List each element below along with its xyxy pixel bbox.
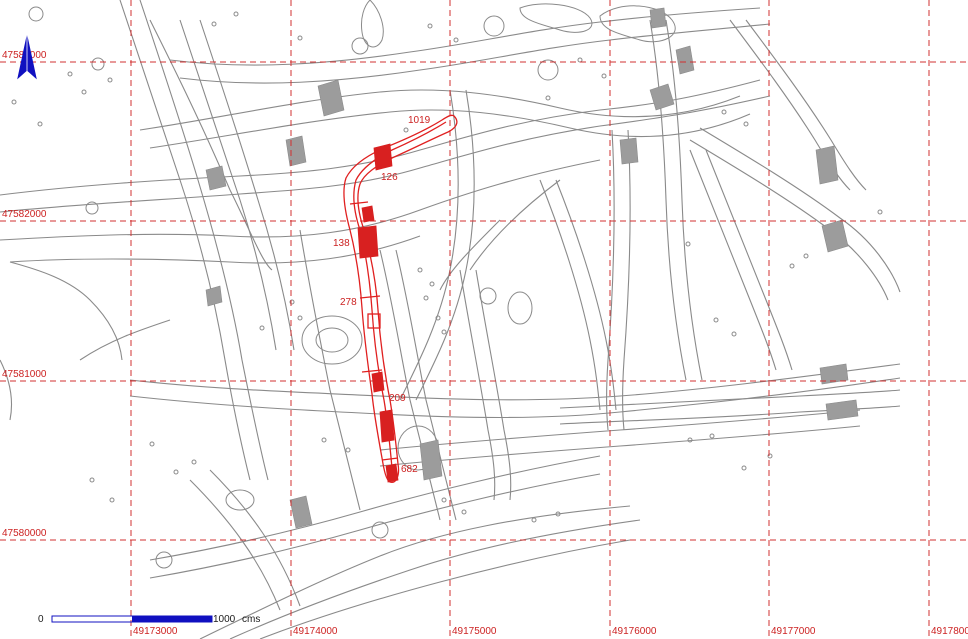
drift-line [379,425,861,467]
pillar-outline [225,489,255,511]
northing-label: 47581000 [2,369,47,380]
easting-label: 49176000 [612,626,657,637]
pillar-outline [155,551,173,569]
drift-line [149,455,601,561]
station-label: 138 [333,238,350,249]
northing-label: 47582000 [2,209,47,220]
hatched-working [205,165,227,191]
drift-line [705,149,793,371]
scale-end-value: 1000 [213,614,236,625]
route-hatched-area [361,205,375,223]
route-hatched-area [373,143,393,171]
easting-label: 49178000 [931,626,968,637]
route-crosscut [349,201,369,205]
scale-bar: 0 1000 cms [38,614,260,625]
station-label: 209 [389,393,406,404]
hatched-working [317,79,345,117]
pillar-outline [479,287,497,305]
hatched-working [815,145,839,185]
easting-label: 49177000 [771,626,816,637]
drift-line [129,377,901,419]
easting-label: 49173000 [133,626,178,637]
drift-line [539,179,601,411]
hatched-working [649,83,675,111]
hatched-working [649,7,667,29]
hatched-working [419,439,443,481]
hatched-working [825,399,859,421]
hatched-working [619,137,639,165]
pillar-outline [315,327,349,353]
pillar-outline [351,37,369,55]
pillar-outline [507,291,533,325]
drift-line [379,409,861,451]
hatched-working [821,219,849,253]
northing-label: 47580000 [2,528,47,539]
drift-line [149,473,601,579]
pillar-outline [483,15,505,37]
easting-label: 49174000 [293,626,338,637]
route-hatched-area [357,225,379,259]
scale-end-label: 1000 cms [213,614,260,625]
drift-line [119,0,251,481]
route-crosscut [381,457,399,461]
drift-line [199,505,631,639]
easting-label: 49175000 [452,626,497,637]
route-outline[interactable] [343,114,458,483]
pillar-outline [301,315,363,365]
drift-line [745,19,867,191]
pillar-outline [537,59,559,81]
scale-start-label: 0 [38,614,44,625]
drift-line [459,269,496,501]
scale-bar-fill [132,616,212,622]
drift-line [299,229,361,511]
mine-plan-map[interactable]: 47583000 47582000 47581000 47580000 4917… [0,0,968,639]
drift-line [259,539,631,639]
drift-line [689,149,777,371]
coordinate-grid: 47583000 47582000 47581000 47580000 4917… [0,0,968,639]
hatched-working [289,495,313,529]
station-label: 126 [381,172,398,183]
route-hatched-area [379,409,395,443]
drift-line [415,89,475,401]
drift-line [469,179,561,271]
pillar-outline [28,6,44,22]
drift-line [209,469,301,607]
route-hatched-area [371,371,385,393]
drift-line [189,479,281,611]
drift-line [439,219,501,291]
hatched-working [205,285,223,307]
scale-unit: cms [242,614,260,625]
pillar-outline [91,57,105,71]
survey-dots [11,11,883,523]
station-label: 682 [401,464,418,475]
station-label: 278 [340,297,357,308]
survey-route[interactable]: 1019 126 138 278 209 682 [333,114,458,483]
drift-line [621,129,631,431]
hatched-working [675,45,695,75]
drift-line [689,139,889,301]
station-label: 1019 [408,115,431,126]
route-hatched-area [385,463,399,483]
hatched-working [285,135,307,167]
drift-line [79,319,171,361]
drift-line [665,19,703,381]
drift-line [139,0,269,481]
